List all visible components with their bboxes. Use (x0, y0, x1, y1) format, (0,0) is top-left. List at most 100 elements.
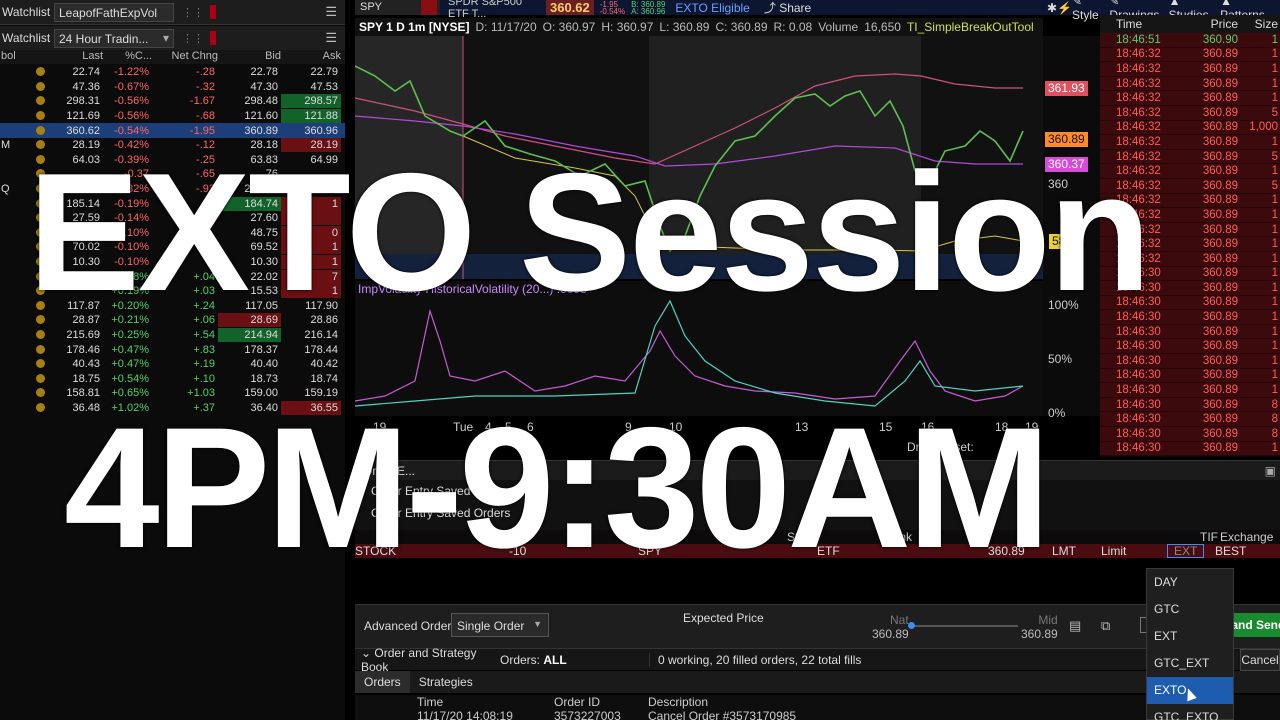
col-order-id[interactable]: Order ID (554, 695, 600, 709)
bar-high: H: 360.97 (601, 20, 654, 34)
time-sales-row: 18:46:32 360.89 1 (1100, 47, 1280, 63)
ask-cell: 298.57 (281, 94, 341, 109)
size-cell: 5 (1271, 179, 1278, 192)
watchlist-select-2[interactable]: 24 Hour Tradin... ▾ (54, 28, 174, 48)
clock-icon (35, 111, 45, 121)
bid-cell: 121.60 (244, 110, 278, 123)
watchlist-select[interactable]: LeapofFathExpVol (54, 2, 174, 22)
mid-price: Mid 360.89 (1021, 613, 1058, 641)
status-icon (35, 80, 45, 94)
slider-handle[interactable] (908, 622, 915, 629)
price-cell: 360.89 (1202, 62, 1238, 75)
orders-filter[interactable]: Orders: ALL (500, 652, 650, 667)
clock-icon (35, 359, 45, 369)
tab-orders[interactable]: Orders (355, 671, 410, 693)
col-tif: TIF (1200, 530, 1218, 544)
menu-icon[interactable]: ☰ (325, 4, 337, 20)
clock-icon (35, 402, 45, 412)
col-last[interactable]: Last (45, 50, 103, 64)
size-cell: 1 (1271, 92, 1278, 105)
tif-option-gtc[interactable]: GTC (1147, 596, 1233, 623)
confirm-and-send-button[interactable]: Confirm and Send (1234, 613, 1280, 637)
mid-label: Mid (1038, 613, 1058, 627)
link-color-icon[interactable] (210, 31, 216, 45)
clipboard-icon[interactable]: ▤ (1069, 618, 1081, 634)
order-link[interactable]: Limit (1101, 544, 1126, 558)
time-cell: 18:46:30 (1116, 384, 1161, 397)
time-cell: 18:46:32 (1116, 48, 1161, 61)
flash-icon[interactable]: ⚡ (1057, 1, 1072, 15)
watchlist-row[interactable]: 22.74 -1.22% -.28 22.78 22.79 (0, 65, 345, 80)
style-label: Style (1072, 7, 1099, 22)
cancel-button[interactable]: Cancel (1240, 649, 1280, 671)
col-price[interactable]: Price (1176, 17, 1238, 31)
size-cell: 1 (1271, 238, 1278, 251)
bar-open: O: 360.97 (542, 20, 596, 34)
order-book-toggle[interactable]: ⌄ Order and Strategy Book (355, 646, 500, 674)
orders-summary: 0 working, 20 filled orders, 22 total fi… (658, 652, 862, 667)
time-sales-header: Time Price Size (1100, 15, 1280, 33)
watchlist-row[interactable]: 40.43 +0.47% +.19 40.40 40.42 (0, 357, 345, 372)
price-slider[interactable] (908, 622, 1018, 629)
size-cell: 1 (1271, 340, 1278, 353)
order-ordertype[interactable]: LMT (1052, 544, 1076, 558)
clock-icon (35, 67, 45, 77)
clock-icon (35, 344, 45, 354)
size-cell: 1 (1271, 194, 1278, 207)
order-exchange[interactable]: BEST (1215, 544, 1246, 558)
copy-icon[interactable]: ⧉ (1101, 618, 1110, 634)
tif-option-gtc-ext[interactable]: GTC_EXT (1147, 650, 1233, 677)
col-pct[interactable]: %C... (103, 50, 152, 64)
watchlist-row[interactable]: 18.75 +0.54% +.10 18.73 18.74 (0, 371, 345, 386)
time-cell: 18:46:30 (1116, 325, 1161, 338)
bid-cell: 214.94 (218, 327, 281, 342)
tif-option-day[interactable]: DAY (1147, 569, 1233, 596)
col-time[interactable]: Time (1116, 17, 1176, 31)
price-cell: 360.89 (1202, 413, 1238, 426)
price-cell: 360.89 (1202, 398, 1238, 411)
status-icon (35, 94, 45, 108)
tab-strategies[interactable]: Strategies (410, 671, 482, 693)
col-description[interactable]: Description (648, 695, 708, 709)
net-change-cell: -1.95 (189, 124, 215, 137)
price-cell: 360.89 (1202, 121, 1238, 134)
close-icon[interactable]: ▣ (1265, 464, 1276, 478)
col-size[interactable]: Size (1238, 17, 1280, 31)
fills-row[interactable]: 11/17/20 14:08:19 3573227003 Cancel Orde… (355, 709, 1280, 720)
watchlist-row[interactable]: 298.31 -0.56% -1.67 298.48 298.57 (0, 94, 345, 109)
time-cell: 18:46:30 (1116, 354, 1161, 367)
tif-option-ext[interactable]: EXT (1147, 623, 1233, 650)
grid-icon[interactable]: ⋮⋮ (182, 6, 204, 19)
col-bid[interactable]: Bid (218, 50, 281, 64)
link-color-icon[interactable] (421, 0, 437, 15)
link-color-icon[interactable] (210, 5, 216, 19)
watchlist-row[interactable]: 360.62 -0.54% -1.95 360.89 360.96 (0, 123, 345, 138)
time-sales-row: 18:46:32 360.89 1,000 (1100, 120, 1280, 136)
pct-cell: -0.54% (114, 124, 149, 137)
watchlist-row[interactable]: 121.69 -0.56% -.68 121.60 121.88 (0, 109, 345, 124)
watchlist-row[interactable]: 215.69 +0.25% +.54 214.94 216.14 (0, 327, 345, 343)
col-net[interactable]: Net Chng (152, 50, 218, 64)
price-cell: 360.89 (1202, 354, 1238, 367)
col-ask[interactable]: Ask (281, 50, 341, 64)
status-icon (35, 372, 45, 386)
gear-icon[interactable]: ✱ (1047, 1, 1057, 15)
symbol-cell (0, 401, 35, 415)
col-fill-time[interactable]: Time (417, 695, 443, 709)
last-cell: 18.75 (72, 372, 100, 385)
time-sales-row: 18:46:32 360.89 1 (1100, 76, 1280, 92)
advanced-order-select[interactable]: Single Order ▼ (451, 613, 549, 637)
col-symbol[interactable]: bol (0, 50, 35, 64)
tif-option-gtc-exto[interactable]: GTC_EXTO (1147, 704, 1233, 720)
share-button[interactable]: ⤴ Share (764, 0, 811, 16)
tif-select[interactable]: EXT (1167, 544, 1205, 558)
grid-icon[interactable]: ⋮⋮ (182, 32, 204, 45)
time-sales-row: 18:46:32 360.89 5 (1100, 105, 1280, 121)
ask-cell: 121.88 (281, 109, 341, 124)
menu-icon[interactable]: ☰ (325, 30, 337, 46)
symbol-field[interactable]: SPY (355, 0, 440, 15)
watchlist-row[interactable]: 178.46 +0.47% +.83 178.37 178.44 (0, 342, 345, 357)
pct-cell: +0.47% (111, 358, 149, 371)
pct-cell: -0.56% (114, 95, 149, 108)
watchlist-row[interactable]: 47.36 -0.67% -.32 47.30 47.53 (0, 80, 345, 95)
